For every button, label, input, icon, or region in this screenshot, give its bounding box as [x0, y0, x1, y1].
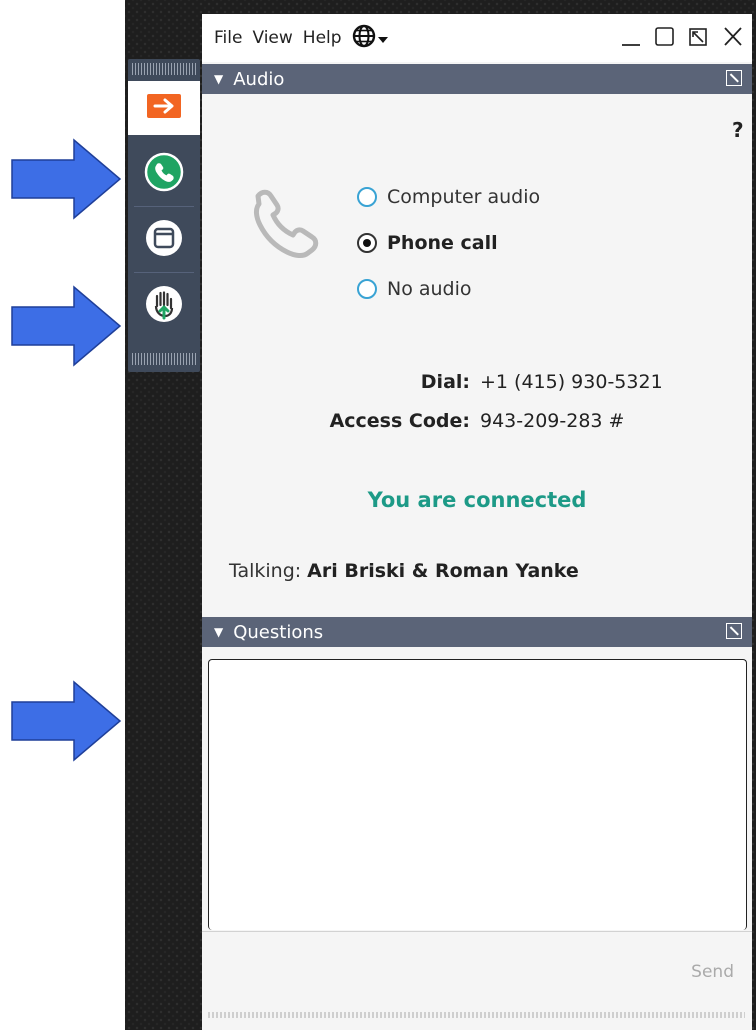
control-panel: File View Help ▼ Audio ? Computer audio …: [202, 14, 752, 1030]
menu-view[interactable]: View: [252, 28, 292, 48]
send-button[interactable]: Send: [691, 962, 734, 982]
annotation-arrow-raise-hand: [10, 285, 122, 367]
talking-names: Ari Briski & Roman Yanke: [307, 560, 579, 582]
option-no-audio[interactable]: No audio: [357, 278, 472, 300]
radio-label: Computer audio: [387, 186, 541, 208]
connection-status: You are connected: [367, 488, 587, 512]
popout-icon[interactable]: [688, 24, 710, 52]
option-computer-audio[interactable]: Computer audio: [357, 186, 540, 208]
toolbar-button-screen[interactable]: [128, 213, 200, 267]
annotation-arrow-questions: [10, 680, 122, 762]
questions-section-title: Questions: [233, 621, 324, 643]
radio-computer-audio[interactable]: [357, 187, 377, 207]
arrow-right-icon: [147, 94, 181, 122]
menu-bar: File View Help: [202, 14, 752, 62]
radio-no-audio[interactable]: [357, 279, 377, 299]
radio-label: Phone call: [387, 232, 498, 254]
access-code-value: 943-209-283 #: [480, 410, 625, 432]
window-icon: [144, 218, 184, 262]
collapse-triangle-icon: ▼: [214, 625, 224, 639]
radio-label: No audio: [387, 278, 472, 300]
audio-section-title: Audio: [233, 68, 285, 90]
questions-section-header[interactable]: ▼ Questions: [202, 617, 752, 647]
toolbar-grip-bottom[interactable]: [132, 353, 196, 365]
handset-icon: [244, 182, 324, 266]
access-code-label: Access Code:: [329, 410, 470, 432]
resize-edge[interactable]: [208, 1012, 745, 1018]
talking-label: Talking:: [229, 560, 302, 582]
toolbar-grip-top[interactable]: [132, 63, 196, 75]
audio-section-header[interactable]: ▼ Audio: [202, 64, 752, 94]
menu-file[interactable]: File: [214, 28, 242, 48]
annotation-arrow-phone: [10, 138, 122, 220]
close-icon[interactable]: [722, 24, 744, 52]
help-button[interactable]: ?: [732, 118, 744, 142]
toolbar-button-collapse[interactable]: [128, 81, 200, 135]
menu-help[interactable]: Help: [303, 28, 342, 48]
maximize-icon[interactable]: [654, 24, 676, 52]
toolbar-button-raise-hand[interactable]: [128, 279, 200, 333]
collapse-triangle-icon: ▼: [214, 72, 224, 86]
language-menu[interactable]: [352, 24, 388, 52]
radio-phone-call[interactable]: [357, 233, 377, 253]
popout-icon[interactable]: [726, 70, 742, 86]
control-toolbar: [128, 59, 200, 372]
dial-label: Dial:: [420, 371, 470, 393]
option-phone-call[interactable]: Phone call: [357, 232, 498, 254]
caret-down-icon: [376, 29, 388, 48]
minimize-icon[interactable]: [620, 24, 642, 52]
toolbar-separator: [134, 206, 194, 207]
globe-icon: [352, 24, 376, 52]
questions-log[interactable]: [208, 659, 747, 930]
window-controls: [620, 24, 744, 52]
questions-divider: [202, 931, 752, 932]
toolbar-button-audio[interactable]: [128, 147, 200, 201]
talking-indicator: Talking: Ari Briski & Roman Yanke: [229, 560, 579, 582]
dial-number: +1 (415) 930-5321: [480, 371, 663, 393]
toolbar-separator: [134, 272, 194, 273]
raise-hand-icon: [144, 284, 184, 328]
popout-icon[interactable]: [726, 623, 742, 639]
phone-icon: [144, 152, 184, 196]
